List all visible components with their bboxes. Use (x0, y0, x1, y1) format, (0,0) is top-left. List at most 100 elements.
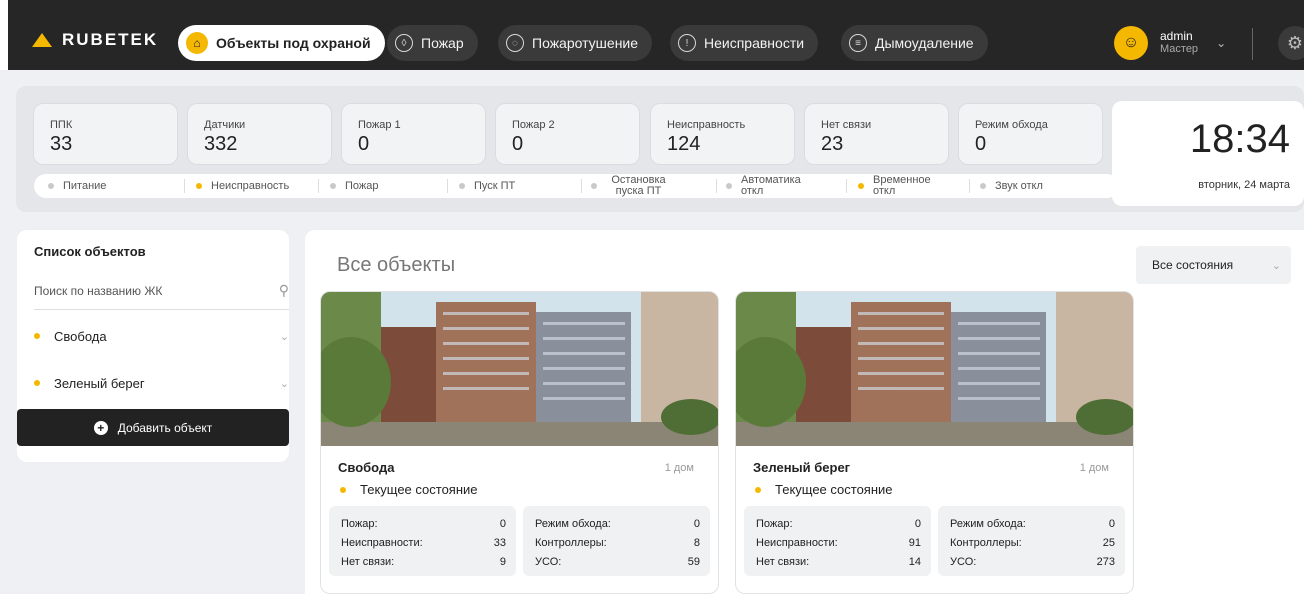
status-dot-icon (34, 333, 40, 339)
nav-tab-label: Неисправности (704, 35, 805, 51)
chevron-down-icon: ⌄ (1271, 259, 1281, 272)
stat-row: УСО: 59 (535, 556, 700, 568)
nav-tab-smoke-removal[interactable]: ≡ Дымоудаление (841, 25, 988, 61)
stat-label: Пожар 2 (512, 119, 555, 131)
state-filter-select[interactable]: Все состояния ⌄ (1136, 246, 1291, 284)
top-bar: RUBETEK ⌂ Объекты под охраной ◊ Пожар ◌ … (0, 0, 1304, 70)
status-dot-icon (980, 183, 986, 189)
card-house-count: 1 дом (1079, 462, 1109, 474)
stat-row: Нет связи: 9 (341, 556, 506, 568)
status-dot-icon (726, 183, 732, 189)
nav-tab-label: Пожар (421, 35, 464, 51)
search-input[interactable]: Поиск по названию ЖК ⚲ (34, 282, 289, 310)
brand-name: RUBETEK (62, 30, 159, 49)
stat-value: 332 (204, 133, 238, 155)
stats-panel: ППК 33 Датчики 332 Пожар 1 0 Пожар 2 0 Н… (16, 86, 1304, 212)
stat-label: Датчики (204, 119, 246, 131)
status-dot-icon (858, 183, 864, 189)
stat-row: Контроллеры: 25 (950, 537, 1115, 549)
brand-logo[interactable]: RUBETEK (32, 30, 158, 50)
building-illustration (736, 292, 1133, 446)
nav-tab-fire[interactable]: ◊ Пожар (387, 25, 478, 61)
stat-label: Пожар 1 (358, 119, 401, 131)
card-stats-left: Пожар: 0 Неисправности: 33 Нет связи: 9 (329, 506, 516, 576)
building-photo (321, 292, 718, 446)
plus-icon: + (93, 420, 108, 435)
status-power: Питание (48, 174, 106, 198)
stat-value: 33 (50, 133, 73, 155)
status-indicator-row: Питание Неисправность Пожар Пуск ПТ Оста… (34, 174, 1119, 198)
status-fault: Неисправность (196, 174, 289, 198)
card-house-count: 1 дом (664, 462, 694, 474)
user-avatar-icon: ☺ (1114, 26, 1148, 60)
nav-tab-label: Дымоудаление (875, 35, 974, 51)
building-illustration (321, 292, 718, 446)
stat-card-no-connection: Нет связи 23 (804, 103, 949, 165)
building-photo (736, 292, 1133, 446)
status-automation-off: Автоматика откл (726, 174, 806, 198)
status-dot-icon (330, 183, 336, 189)
objects-main-panel: Все объекты Все состояния ⌄ Свобода 1 до… (305, 230, 1304, 594)
stat-label: ППК (50, 119, 73, 131)
chevron-down-icon[interactable]: ⌄ (280, 377, 289, 390)
add-object-label: Добавить объект (117, 420, 213, 435)
divider (1252, 28, 1253, 60)
status-pt-start: Пуск ПТ (459, 174, 515, 198)
stat-row: Нет связи: 14 (756, 556, 921, 568)
stat-card-fire-2: Пожар 2 0 (495, 103, 640, 165)
stat-row: Неисправности: 91 (756, 537, 921, 549)
clock-time: 18:34 (1189, 117, 1290, 161)
status-dot-icon (34, 380, 40, 386)
object-card-zeleny-bereg[interactable]: Зеленый берег 1 дом Текущее состояние По… (735, 291, 1134, 594)
sidebar-item-zeleny-bereg[interactable]: Зеленый берег ⌄ (34, 368, 289, 398)
chevron-down-icon[interactable]: ⌄ (280, 330, 289, 343)
status-fire: Пожар (330, 174, 379, 198)
stat-label: Режим обхода (975, 119, 1048, 131)
stat-row: Режим обхода: 0 (535, 518, 700, 530)
stat-row: Режим обхода: 0 (950, 518, 1115, 530)
object-card-svoboda[interactable]: Свобода 1 дом Текущее состояние Пожар: 0 … (320, 291, 719, 594)
home-icon: ⌂ (186, 32, 208, 54)
card-current-state: Текущее состояние (340, 482, 478, 497)
status-dot-icon (755, 486, 761, 493)
warning-icon: ! (678, 34, 696, 52)
stat-row: Контроллеры: 8 (535, 537, 700, 549)
page-title: Все объекты (337, 254, 456, 276)
stat-row: УСО: 273 (950, 556, 1115, 568)
chevron-down-icon: ⌄ (1216, 36, 1227, 50)
stat-value: 0 (512, 133, 524, 155)
logo-icon (32, 33, 52, 47)
add-object-button[interactable]: + Добавить объект (17, 409, 289, 446)
user-menu[interactable]: ☺ admin Мастер ⌄ (1114, 26, 1226, 60)
nav-tab-extinguishing[interactable]: ◌ Пожаротушение (498, 25, 653, 61)
stat-card-faults: Неисправность 124 (650, 103, 795, 165)
status-dot-icon (48, 183, 54, 189)
card-stats-left: Пожар: 0 Неисправности: 91 Нет связи: 14 (744, 506, 931, 576)
status-dot-icon (459, 183, 465, 189)
nav-tab-protected-objects[interactable]: ⌂ Объекты под охраной (178, 25, 385, 61)
card-stats-right: Режим обхода: 0 Контроллеры: 25 УСО: 273 (938, 506, 1125, 576)
stat-card-bypass-mode: Режим обхода 0 (958, 103, 1103, 165)
card-stats-right: Режим обхода: 0 Контроллеры: 8 УСО: 59 (523, 506, 710, 576)
status-pt-start-stop: Остановка пуска ПТ (591, 174, 671, 198)
stat-row: Пожар: 0 (756, 518, 921, 530)
stat-card-fire-1: Пожар 1 0 (341, 103, 486, 165)
user-role: Мастер (1160, 43, 1199, 55)
status-dot-icon (196, 183, 202, 189)
card-current-state: Текущее состояние (755, 482, 893, 497)
stat-row: Пожар: 0 (341, 518, 506, 530)
card-title: Зеленый берег (753, 460, 851, 475)
card-title: Свобода (338, 460, 395, 475)
flame-icon: ◊ (395, 34, 413, 52)
filter-selected-value: Все состояния (1152, 258, 1234, 272)
status-dot-icon (591, 183, 597, 189)
search-icon[interactable]: ⚲ (279, 282, 289, 299)
stat-value: 23 (821, 133, 844, 155)
stat-card-ppk: ППК 33 (33, 103, 178, 165)
smoke-icon: ≡ (849, 34, 867, 52)
nav-tab-faults[interactable]: ! Неисправности (670, 25, 819, 61)
status-temporary-off: Временное откл (858, 174, 938, 198)
sidebar-item-svoboda[interactable]: Свобода ⌄ (34, 321, 289, 351)
search-placeholder: Поиск по названию ЖК (34, 284, 163, 298)
settings-gear-icon[interactable]: ⚙ (1278, 26, 1304, 60)
